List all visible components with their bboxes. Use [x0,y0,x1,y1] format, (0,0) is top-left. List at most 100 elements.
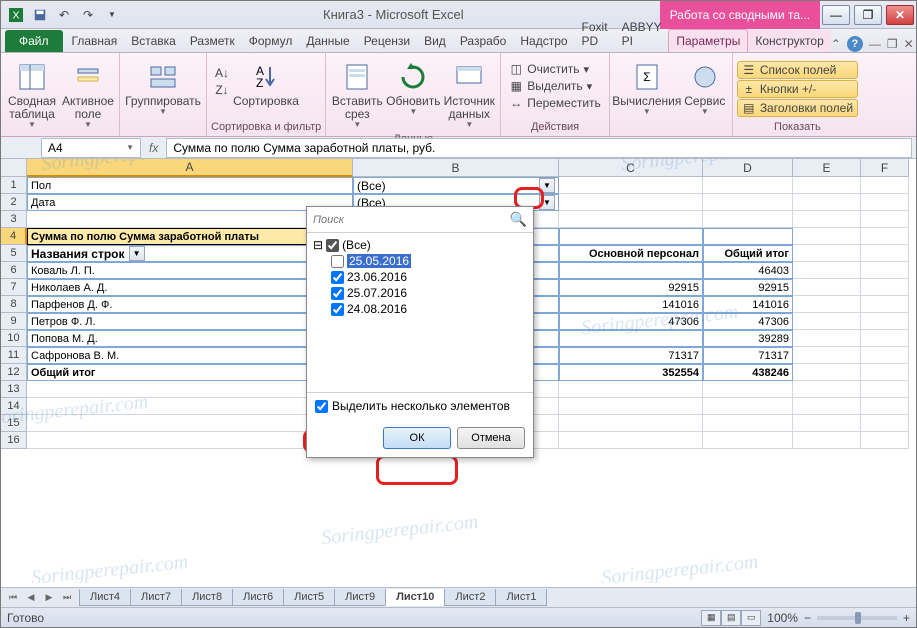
select-button[interactable]: ▦Выделить ▾ [505,78,605,94]
cell[interactable]: Сафронова В. М. [27,347,353,364]
cell[interactable] [559,381,703,398]
cell[interactable]: 47306 [559,313,703,330]
cell[interactable] [793,296,861,313]
data-source-button[interactable]: Источник данных▼ [442,59,496,132]
cell[interactable] [793,194,861,211]
tab-review[interactable]: Рецензи [357,30,417,52]
tab-insert[interactable]: Вставка [124,30,183,52]
name-box[interactable]: A4▼ [41,138,141,158]
sheet-tab[interactable]: Лист7 [130,589,182,606]
zoom-slider[interactable] [817,616,897,620]
cell[interactable]: 71317 [703,347,793,364]
sheet-tab[interactable]: Лист1 [495,589,547,606]
workbook-minimize-icon[interactable]: ― [869,37,881,51]
cell[interactable]: Пол [27,177,353,194]
row-header[interactable]: 9 [1,313,27,330]
row-header[interactable]: 3 [1,211,27,228]
insert-slicer-button[interactable]: Вставить срез▼ [330,59,384,132]
cell[interactable] [703,398,793,415]
cell[interactable] [793,415,861,432]
cell[interactable] [861,296,909,313]
cell[interactable]: Николаев А. Д. [27,279,353,296]
page-layout-view-icon[interactable]: ▤ [721,610,741,626]
row-header[interactable]: 10 [1,330,27,347]
cell[interactable] [559,194,703,211]
row-header[interactable]: 12 [1,364,27,381]
next-sheet-icon[interactable]: ▶ [41,590,57,606]
cell[interactable] [793,262,861,279]
minimize-ribbon-icon[interactable]: ⌃ [831,37,841,51]
tab-layout[interactable]: Разметк [183,30,242,52]
cell[interactable]: Названия строк▼ [27,245,353,262]
pivot-table-button[interactable]: Сводная таблица▼ [5,59,59,132]
cell[interactable]: Основной персонал [559,245,703,262]
cell[interactable] [559,398,703,415]
group-button[interactable]: Группировать▼ [124,59,202,119]
cell[interactable] [703,432,793,449]
cell[interactable]: 438246 [703,364,793,381]
last-sheet-icon[interactable]: ⏭ [59,590,75,606]
col-header-b[interactable]: B [353,159,559,177]
cell[interactable]: 141016 [559,296,703,313]
cell[interactable] [703,194,793,211]
cell[interactable]: 92915 [703,279,793,296]
cell[interactable] [861,313,909,330]
cell-selected[interactable]: Сумма по полю Сумма заработной платы [27,228,353,245]
cell[interactable]: 47306 [703,313,793,330]
row-header[interactable]: 7 [1,279,27,296]
cell[interactable] [861,364,909,381]
cell[interactable]: 92915 [559,279,703,296]
cell[interactable] [793,432,861,449]
row-header[interactable]: 16 [1,432,27,449]
clear-button[interactable]: ◫Очистить ▾ [505,61,605,77]
help-icon[interactable]: ? [847,36,863,52]
cell[interactable] [861,398,909,415]
cell[interactable]: 46403 [703,262,793,279]
sheet-tab[interactable]: Лист9 [334,589,386,606]
cell[interactable] [559,432,703,449]
sheet-tab[interactable]: Лист4 [79,589,131,606]
cell[interactable] [27,415,353,432]
page-break-view-icon[interactable]: ▭ [741,610,761,626]
sheet-tab[interactable]: Лист6 [232,589,284,606]
file-tab[interactable]: Файл [5,30,63,52]
cell[interactable] [703,177,793,194]
cell[interactable] [861,194,909,211]
sort-za-button[interactable]: Z↓ [211,82,233,98]
cell[interactable]: Парфенов Д. Ф. [27,296,353,313]
cell[interactable] [27,398,353,415]
expand-icon[interactable]: ⊟ [313,238,323,252]
filter-dropdown-icon[interactable]: ▼ [539,195,555,210]
cell[interactable] [793,398,861,415]
cell[interactable] [703,381,793,398]
col-header-f[interactable]: F [861,159,909,177]
cell[interactable] [793,313,861,330]
cell[interactable] [861,347,909,364]
refresh-button[interactable]: Обновить▼ [386,59,440,119]
cell[interactable] [27,381,353,398]
cell[interactable] [703,228,793,245]
tab-home[interactable]: Главная [65,30,125,52]
first-sheet-icon[interactable]: ⏮ [5,590,21,606]
save-icon[interactable] [29,4,51,26]
field-headers-button[interactable]: ▤Заголовки полей [737,99,858,117]
cell[interactable] [861,330,909,347]
row-header[interactable]: 14 [1,398,27,415]
ok-button[interactable]: ОК [383,427,451,449]
prev-sheet-icon[interactable]: ◀ [23,590,39,606]
cell[interactable] [793,364,861,381]
sheet-tab-active[interactable]: Лист10 [385,589,445,606]
row-header[interactable]: 8 [1,296,27,313]
calculations-button[interactable]: Σ Вычисления▼ [614,59,680,119]
minimize-button[interactable]: ― [822,5,850,25]
tab-developer[interactable]: Разрабо [453,30,514,52]
cell[interactable]: 71317 [559,347,703,364]
tree-item[interactable]: 24.08.2016 [313,301,527,317]
cell[interactable] [861,211,909,228]
cell[interactable] [861,228,909,245]
sort-button[interactable]: AZ Сортировка [235,59,297,110]
cell[interactable] [793,245,861,262]
cell[interactable] [559,211,703,228]
tab-addins[interactable]: Надстро [513,30,574,52]
tree-item[interactable]: 25.07.2016 [313,285,527,301]
